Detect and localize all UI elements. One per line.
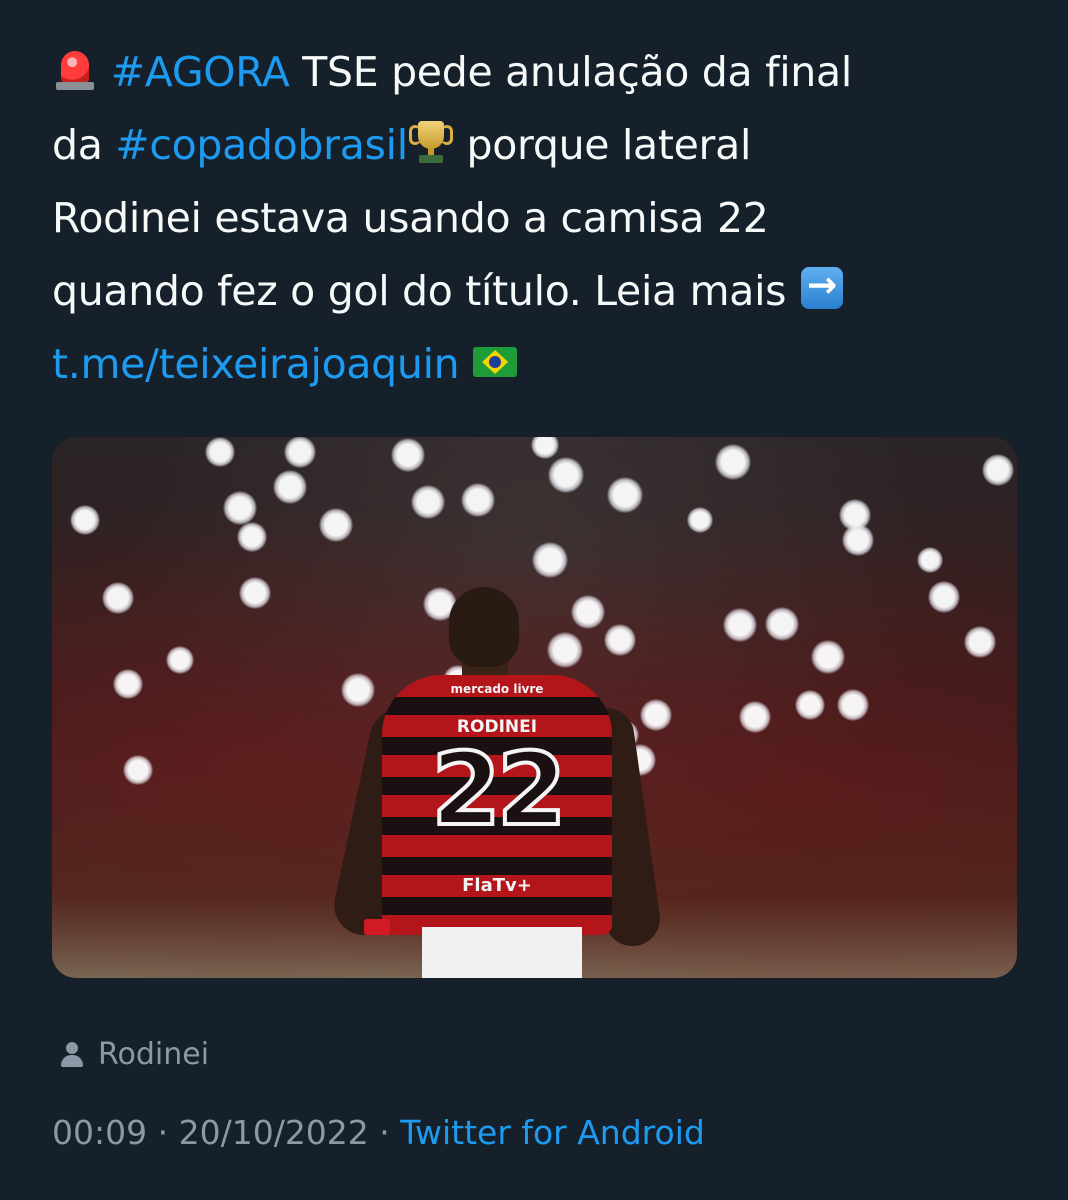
tweet-text-segment: TSE pede anulação da final	[289, 48, 852, 96]
background-light	[739, 701, 771, 733]
url-link[interactable]: t.me/teixeirajoaquin	[52, 340, 460, 388]
background-light	[237, 522, 267, 552]
background-light	[239, 577, 271, 609]
background-light	[765, 607, 799, 641]
background-light	[113, 669, 143, 699]
hashtag-link[interactable]: #copadobrasil	[115, 121, 408, 169]
tweet-text-segment	[98, 48, 111, 96]
jersey-sponsor-top: mercado livre	[450, 682, 544, 696]
jersey-number: 22	[429, 731, 568, 848]
tagged-user-name: Rodinei	[98, 1036, 210, 1072]
background-light	[391, 438, 425, 472]
background-light	[607, 477, 643, 513]
player-shorts	[422, 927, 582, 978]
background-light	[795, 690, 825, 720]
background-light	[917, 547, 943, 573]
player-figure: mercado livre RODINEI 22 FlaTv+	[328, 587, 664, 978]
police-siren-icon	[52, 46, 98, 92]
tweet-text-line: #AGORA TSE pede anulação da final	[52, 36, 1032, 109]
background-light	[319, 508, 353, 542]
right-arrow-icon	[799, 265, 845, 311]
tweet-text-segment: porque lateral	[453, 121, 752, 169]
background-light	[205, 437, 235, 467]
hashtag-link[interactable]: #AGORA	[111, 48, 290, 96]
background-light	[166, 646, 194, 674]
tweet-text-segment: da	[52, 121, 116, 169]
trophy-icon	[408, 119, 454, 165]
tweet-date[interactable]: 20/10/2022	[179, 1113, 369, 1152]
person-icon	[60, 1039, 84, 1069]
background-light	[273, 470, 307, 504]
background-light	[461, 483, 495, 517]
background-light	[102, 582, 134, 614]
tweet-text-line: quando fez o gol do título. Leia mais	[52, 255, 1032, 328]
tweet-text-line: da #copadobrasil porque lateral	[52, 109, 1032, 182]
meta-separator: ·	[368, 1113, 401, 1152]
tweet-time[interactable]: 00:09	[52, 1113, 147, 1152]
tweet-source-link[interactable]: Twitter for Android	[400, 1113, 705, 1152]
player-wristband	[364, 919, 390, 935]
background-light	[982, 454, 1014, 486]
tweet-text: #AGORA TSE pede anulação da final da #cop…	[52, 36, 1032, 401]
background-light	[964, 626, 996, 658]
background-light	[837, 689, 869, 721]
tweet-text-segment: quando fez o gol do título. Leia mais	[52, 267, 799, 315]
background-light	[723, 608, 757, 642]
tweet-text-line: Rodinei estava usando a camisa 22	[52, 182, 1032, 255]
background-light	[839, 499, 871, 531]
background-light	[411, 485, 445, 519]
background-light	[532, 542, 568, 578]
background-light	[284, 437, 316, 468]
tweet-text-segment	[459, 340, 472, 388]
tweet-text-line: t.me/teixeirajoaquin	[52, 328, 1032, 401]
tweet-meta: 00:09 · 20/10/2022 · Twitter for Android	[52, 1110, 705, 1156]
jersey-sponsor-bottom: FlaTv+	[462, 875, 532, 896]
background-light	[811, 640, 845, 674]
player-head	[449, 587, 519, 667]
brazil-flag-icon	[472, 338, 518, 384]
meta-separator: ·	[147, 1113, 179, 1152]
background-light	[928, 581, 960, 613]
background-light	[123, 755, 153, 785]
background-light	[531, 437, 559, 459]
tweet-text-segment: Rodinei estava usando a camisa 22	[52, 194, 769, 242]
background-light	[70, 505, 100, 535]
tagged-user[interactable]: Rodinei	[60, 1034, 209, 1074]
background-light	[715, 444, 751, 480]
background-light	[548, 457, 584, 493]
tweet-photo[interactable]: mercado livre RODINEI 22 FlaTv+	[52, 437, 1017, 978]
background-light	[223, 491, 257, 525]
background-light	[687, 507, 713, 533]
